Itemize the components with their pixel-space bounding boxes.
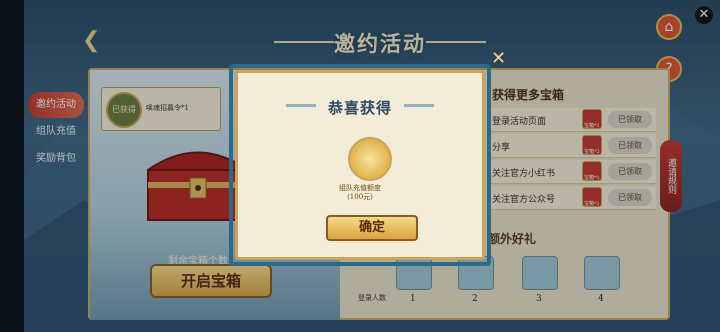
prize-amount: (100元) <box>347 193 373 201</box>
confirm-button[interactable]: 确定 <box>326 215 418 241</box>
modal-close-icon[interactable]: ✕ <box>491 50 509 68</box>
modal-title: 恭喜获得 <box>327 99 392 117</box>
modal-title-ornament <box>404 104 434 107</box>
coin-icon <box>348 137 392 181</box>
game-screen: ❮ 邀约活动 2026年6月12日 0:00-2026年6月19日 4:59 ✕… <box>0 0 720 332</box>
reward-modal: 恭喜获得 组队充值额度 (100元) 确定 <box>235 70 485 260</box>
